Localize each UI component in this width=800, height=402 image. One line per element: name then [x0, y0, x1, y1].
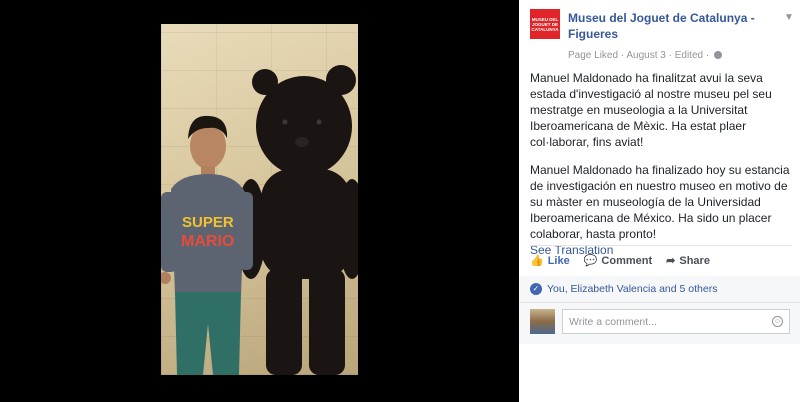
post-text-catalan: Manuel Maldonado ha finalitzat avui la s…	[530, 71, 772, 149]
smiley-icon[interactable]: ☺	[772, 316, 783, 327]
speech-bubble-icon: 💬	[583, 254, 598, 267]
post-meta: Page Liked · August 3 · Edited ·	[568, 50, 722, 61]
photo-viewer: SUPER MARIO	[0, 0, 519, 402]
like-button[interactable]: 👍 Like	[530, 252, 570, 270]
like-label: Like	[547, 255, 570, 267]
divider	[530, 245, 792, 246]
photo-scene: SUPER MARIO	[161, 65, 358, 375]
avatar[interactable]	[530, 309, 555, 334]
share-button[interactable]: ➦ Share	[666, 252, 710, 270]
globe-icon	[713, 51, 722, 59]
share-arrow-icon: ➦	[666, 254, 676, 267]
thumbs-up-icon: 👍	[530, 254, 544, 267]
like-badge-icon: ✓	[530, 283, 542, 295]
chevron-down-icon[interactable]: ▼	[784, 13, 794, 23]
shirt-text-super: SUPER	[182, 214, 234, 231]
comment-box[interactable]: ☺	[562, 309, 790, 334]
shirt-text-mario: MARIO	[181, 233, 234, 250]
post-photo[interactable]: SUPER MARIO	[161, 24, 358, 375]
reactions-summary[interactable]: ✓ You, Elizabeth Valencia and 5 others	[519, 276, 800, 302]
post-actions: 👍 Like 💬 Comment ➦ Share	[530, 252, 792, 270]
post-text-spanish: Manuel Maldonado ha finalizado hoy su es…	[530, 163, 790, 241]
page-name-link[interactable]: Museu del Joguet de Catalunya - Figueres	[568, 10, 783, 42]
post-header: MUSEU DEL JOGUET DE CATALUNYA Museu del …	[530, 9, 794, 61]
teddy-bear-silhouette	[236, 65, 358, 375]
comment-input[interactable]	[569, 315, 765, 329]
comment-composer: ☺	[519, 302, 800, 344]
comment-button[interactable]: 💬 Comment	[584, 252, 652, 270]
post-body: Manuel Maldonado ha finalitzat avui la s…	[530, 70, 792, 258]
post-meta-text: Page Liked · August 3 · Edited ·	[568, 50, 710, 61]
share-label: Share	[679, 255, 710, 267]
post-side-panel: MUSEU DEL JOGUET DE CATALUNYA Museu del …	[519, 0, 800, 402]
reactions-text[interactable]: You, Elizabeth Valencia and 5 others	[547, 283, 717, 295]
page-logo[interactable]: MUSEU DEL JOGUET DE CATALUNYA	[530, 9, 560, 39]
comment-label: Comment	[601, 255, 653, 267]
